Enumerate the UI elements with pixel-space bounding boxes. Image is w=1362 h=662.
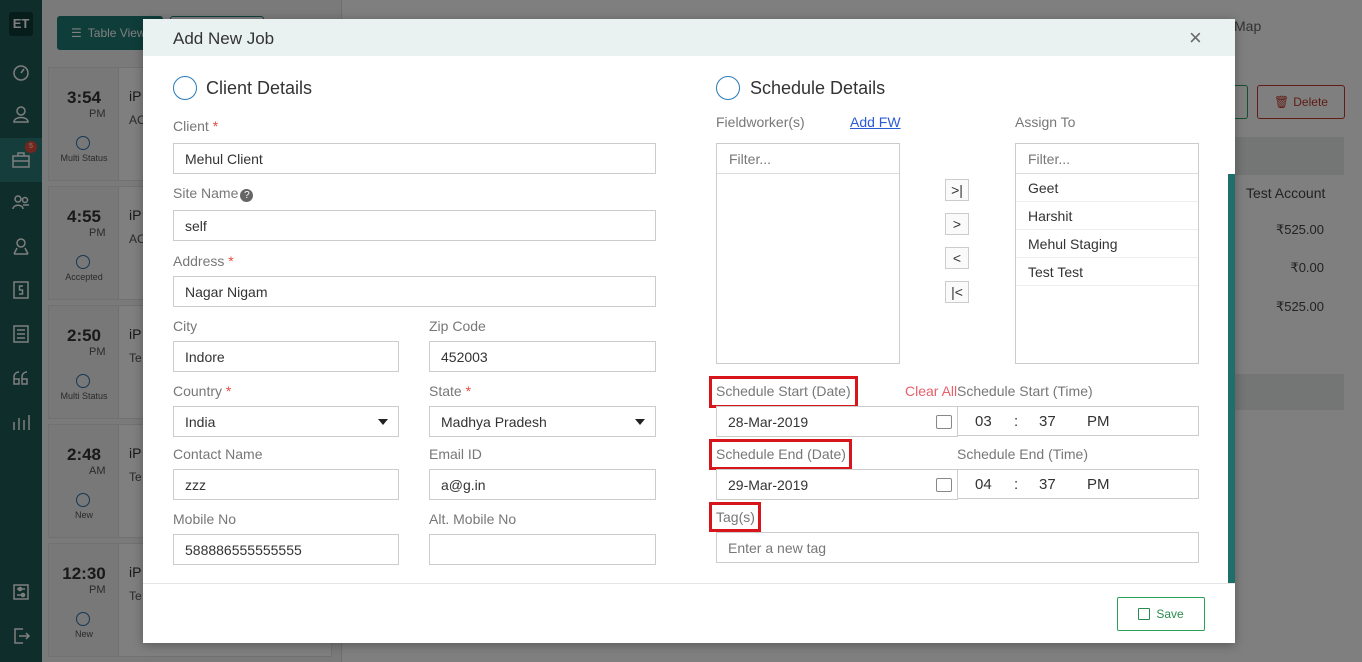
tags-input[interactable]: Enter a new tag: [716, 532, 1199, 563]
email-label: Email ID: [429, 446, 482, 462]
modal-footer: Save: [143, 583, 1235, 643]
contact-name-field[interactable]: zzz: [173, 469, 399, 500]
move-right-button[interactable]: >: [945, 213, 969, 235]
save-label: Save: [1156, 607, 1184, 621]
end-minute[interactable]: 37: [1039, 476, 1056, 493]
country-label: Country *: [173, 383, 232, 399]
chevron-down-icon: [378, 419, 388, 425]
end-date-field[interactable]: 29-Mar-2019: [716, 469, 958, 500]
site-name-field[interactable]: self: [173, 210, 656, 241]
schedule-details-title: Schedule Details: [750, 78, 886, 98]
start-time-field[interactable]: 03 : 37 PM: [957, 406, 1199, 436]
address-field[interactable]: Nagar Nigam: [173, 276, 656, 307]
client-details-title: Client Details: [206, 78, 313, 98]
mobile-field[interactable]: 588886555555555: [173, 534, 399, 565]
list-item[interactable]: Harshit: [1016, 202, 1198, 230]
assign-filter[interactable]: Filter...: [1016, 144, 1198, 174]
clear-all-link[interactable]: Clear All: [905, 383, 957, 399]
calendar-icon[interactable]: [936, 415, 952, 429]
country-value: India: [185, 413, 216, 430]
country-select[interactable]: India: [173, 406, 399, 437]
client-field[interactable]: Mehul Client: [173, 143, 656, 174]
end-date-label: Schedule End (Date): [716, 446, 846, 462]
state-label: State *: [429, 383, 472, 399]
time-separator: :: [1014, 413, 1019, 430]
fieldworkers-label: Fieldworker(s): [716, 114, 805, 130]
contact-name-label: Contact Name: [173, 446, 263, 462]
city-label: City: [173, 318, 198, 334]
start-date-value: 28-Mar-2019: [728, 413, 809, 430]
end-time-label: Schedule End (Time): [957, 446, 1088, 462]
alt-mobile-label: Alt. Mobile No: [429, 511, 517, 527]
zip-label: Zip Code: [429, 318, 486, 334]
start-hour[interactable]: 03: [975, 413, 992, 430]
time-separator: :: [1014, 476, 1019, 493]
client-icon: [173, 76, 197, 100]
fieldworker-filter[interactable]: Filter...: [717, 144, 899, 174]
list-item[interactable]: Test Test: [1016, 258, 1198, 286]
modal-header: Add New Job ×: [143, 19, 1235, 56]
floppy-icon: [1138, 608, 1151, 620]
move-left-button[interactable]: <: [945, 247, 969, 269]
state-select[interactable]: Madhya Pradesh: [429, 406, 656, 437]
zip-field[interactable]: 452003: [429, 341, 656, 372]
start-date-label: Schedule Start (Date): [716, 383, 851, 399]
help-icon: ?: [240, 189, 254, 202]
start-ampm[interactable]: PM: [1087, 413, 1110, 430]
add-job-modal: Add New Job × Client Details Client * Me…: [143, 19, 1235, 643]
move-all-left-button[interactable]: |<: [945, 281, 969, 303]
calendar-icon[interactable]: [936, 478, 952, 492]
save-button[interactable]: Save: [1117, 597, 1205, 631]
end-ampm[interactable]: PM: [1087, 476, 1110, 493]
client-label: Client *: [173, 118, 219, 134]
address-label: Address *: [173, 253, 234, 269]
clock-icon: [716, 76, 740, 100]
move-all-right-button[interactable]: >|: [945, 179, 969, 201]
city-field[interactable]: Indore: [173, 341, 399, 372]
chevron-down-icon: [635, 419, 645, 425]
assign-to-list[interactable]: Filter... Geet Harshit Mehul Staging Tes…: [1015, 143, 1199, 364]
list-item[interactable]: Geet: [1016, 174, 1198, 202]
end-date-value: 29-Mar-2019: [728, 476, 809, 493]
start-minute[interactable]: 37: [1039, 413, 1056, 430]
alt-mobile-field[interactable]: [429, 534, 656, 565]
list-item[interactable]: Mehul Staging: [1016, 230, 1198, 258]
end-hour[interactable]: 04: [975, 476, 992, 493]
email-field[interactable]: a@g.in: [429, 469, 656, 500]
close-icon[interactable]: ×: [1189, 25, 1202, 51]
fieldworker-list[interactable]: Filter...: [716, 143, 900, 364]
start-date-field[interactable]: 28-Mar-2019: [716, 406, 958, 437]
modal-scrollbar[interactable]: [1228, 174, 1235, 583]
add-fw-link[interactable]: Add FW: [850, 114, 901, 130]
end-time-field[interactable]: 04 : 37 PM: [957, 469, 1199, 499]
modal-title: Add New Job: [173, 29, 275, 48]
state-value: Madhya Pradesh: [441, 413, 547, 430]
tags-label: Tag(s): [716, 509, 755, 525]
site-name-label: Site Name?: [173, 185, 254, 202]
modal-body: Client Details Client * Mehul Client Sit…: [143, 56, 1235, 583]
mobile-label: Mobile No: [173, 511, 237, 527]
assign-to-label: Assign To: [1015, 114, 1076, 130]
start-time-label: Schedule Start (Time): [957, 383, 1093, 399]
